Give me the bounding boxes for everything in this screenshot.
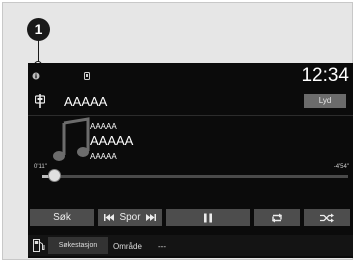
progress-bar[interactable] xyxy=(42,169,348,182)
track-artist: AAAAA xyxy=(90,122,117,131)
track-button[interactable]: Spor xyxy=(98,209,162,226)
playback-controls: Søk Spor xyxy=(28,209,353,226)
track-album: AAAAA xyxy=(90,152,117,161)
callout-number: 1 xyxy=(27,18,50,41)
track-title: AAAAA xyxy=(90,133,134,148)
shuffle-button[interactable] xyxy=(304,209,350,226)
fuel-pump-icon xyxy=(33,239,45,252)
pause-button[interactable] xyxy=(166,209,250,226)
source-row: AAAAA Lyd xyxy=(28,91,353,113)
area-label: Område xyxy=(113,242,142,251)
info-dot-icon xyxy=(32,72,40,80)
remaining-time: -4'54" xyxy=(333,164,349,170)
search-station-button[interactable]: Søkestasjon xyxy=(48,237,108,254)
phone-icon xyxy=(84,72,90,80)
sound-button[interactable]: Lyd xyxy=(304,94,346,108)
track-label: Spor xyxy=(119,212,141,223)
shuffle-icon xyxy=(320,213,334,222)
divider xyxy=(28,115,353,116)
source-name: AAAAA xyxy=(64,94,108,109)
elapsed-time: 0'11" xyxy=(34,164,47,170)
pause-icon xyxy=(204,213,212,222)
music-note-icon xyxy=(53,117,90,161)
audio-display-screen: 12:34 AAAAA Lyd AAAAA AAAAA AAAAA 0'11" … xyxy=(28,63,353,258)
repeat-icon xyxy=(272,213,282,222)
clock: 12:34 xyxy=(301,65,349,86)
diagram-frame: 1 12:34 AAAAA Lyd AAAAA AAAAA AAAAA 0'11… xyxy=(2,2,353,260)
progress-knob[interactable] xyxy=(48,169,62,182)
repeat-button[interactable] xyxy=(254,209,300,226)
search-button[interactable]: Søk xyxy=(30,209,94,226)
bottom-bar: Søkestasjon Område --- xyxy=(28,235,353,256)
skip-forward-icon[interactable] xyxy=(146,214,156,221)
skip-back-icon[interactable] xyxy=(104,214,114,221)
area-value: --- xyxy=(158,242,166,251)
usb-icon xyxy=(35,94,45,108)
